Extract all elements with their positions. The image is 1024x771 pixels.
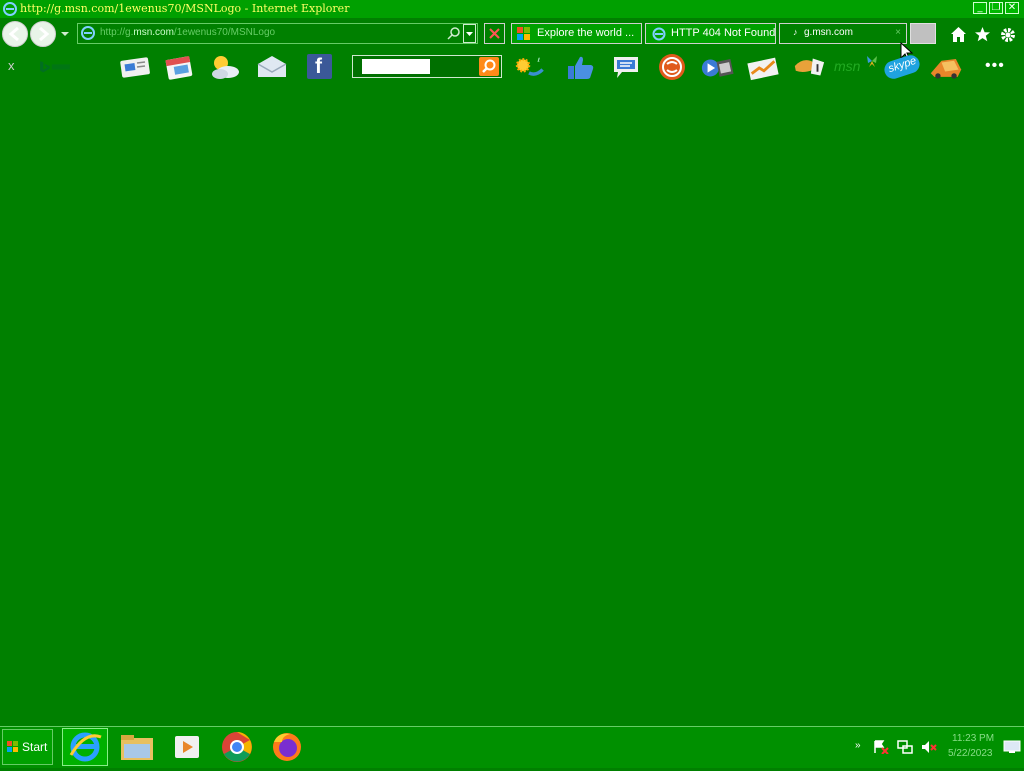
chat-icon[interactable] (610, 52, 644, 82)
mail-icon[interactable] (255, 52, 289, 82)
address-prefix: http://g. (100, 27, 134, 38)
weather-sun-icon[interactable]: ℓ (512, 52, 546, 82)
tab-404[interactable]: HTTP 404 Not Found (645, 23, 776, 44)
media-player-icon (175, 736, 199, 758)
home-icon[interactable] (950, 26, 967, 43)
tab-explore[interactable]: Explore the world ... (511, 23, 642, 44)
volume-muted-icon[interactable] (921, 740, 937, 754)
favorites-icon[interactable] (974, 26, 991, 43)
search-icon (482, 59, 496, 73)
msn-icon[interactable]: msn (834, 56, 877, 74)
more-icon[interactable]: ••• (985, 57, 1005, 75)
toolbar-search-box[interactable] (352, 55, 502, 78)
msn-label: msn (834, 58, 861, 74)
taskbar-file-explorer[interactable] (114, 728, 160, 766)
start-label: Start (22, 740, 48, 754)
clock-date[interactable]: 5/22/2023 (948, 748, 993, 759)
windows-start-icon (7, 741, 18, 752)
forward-arrow-icon (39, 26, 50, 42)
toolbar-close-button[interactable]: x (8, 58, 15, 73)
window-title: http://g.msn.com/1ewenus70/MSNLogo - Int… (20, 2, 350, 15)
msn-butterfly-icon (867, 56, 877, 67)
ie-icon (3, 2, 17, 16)
page-content (0, 86, 1024, 726)
windows-logo-icon (517, 27, 530, 40)
tab-label: g.msn.com (804, 27, 853, 38)
weather-icon[interactable] (208, 52, 242, 82)
action-center-flag-icon[interactable] (873, 740, 889, 754)
facebook-icon[interactable]: f (307, 54, 332, 79)
ie-icon (69, 732, 102, 762)
new-tab-button[interactable] (910, 23, 936, 44)
calendar-icon[interactable] (164, 52, 198, 82)
chevron-down-icon (466, 32, 473, 36)
network-icon[interactable] (897, 740, 913, 754)
minimize-button[interactable]: _ (973, 2, 987, 14)
firefox-icon (273, 733, 301, 761)
ie-icon (652, 27, 666, 41)
address-path: /1ewenus70/MSNLogo (173, 27, 276, 38)
address-dropdown-button[interactable] (463, 24, 476, 43)
bing-icon[interactable] (38, 52, 72, 82)
address-search-icon[interactable] (447, 26, 461, 40)
taskbar-media-player[interactable] (164, 728, 210, 766)
facebook-letter: f (315, 55, 322, 78)
skype-icon[interactable]: skype (882, 52, 922, 82)
tab-active-msn[interactable]: ♪ g.msn.com × (779, 23, 907, 44)
address-url: http://g.msn.com/1ewenus70/MSNLogo (100, 27, 275, 38)
gear-icon[interactable] (999, 26, 1017, 44)
restore-button[interactable]: ❐ (989, 2, 1003, 14)
tab-label: Explore the world ... (537, 27, 635, 39)
forward-button[interactable] (30, 21, 56, 47)
money-icon[interactable] (746, 52, 780, 82)
search-button[interactable] (479, 57, 499, 76)
taskbar-chrome[interactable] (214, 728, 260, 766)
show-desktop-icon[interactable] (1003, 740, 1021, 754)
start-button[interactable]: Start (2, 729, 53, 765)
address-domain: msn.com (133, 27, 174, 38)
history-dropdown-icon[interactable] (60, 30, 70, 38)
music-icon[interactable] (655, 52, 689, 82)
stop-icon (489, 28, 500, 39)
back-arrow-icon (8, 26, 19, 42)
tab-label: HTTP 404 Not Found (671, 27, 776, 39)
search-input[interactable] (362, 59, 430, 74)
sports-icon[interactable] (792, 52, 826, 82)
folder-icon (121, 735, 153, 760)
clock-time[interactable]: 11:23 PM (952, 733, 994, 744)
chrome-icon (222, 732, 252, 762)
taskbar-firefox[interactable] (264, 728, 310, 766)
close-window-button[interactable]: ✕ (1005, 2, 1019, 14)
stop-button[interactable] (484, 23, 505, 44)
video-icon[interactable] (700, 52, 734, 82)
page-ie-icon (81, 26, 95, 40)
loading-icon: ♪ (793, 27, 798, 37)
tray-expand-icon[interactable]: » (855, 740, 861, 751)
close-tab-icon[interactable]: × (895, 27, 901, 38)
like-icon[interactable] (564, 52, 598, 82)
svg-text:ℓ: ℓ (537, 57, 540, 64)
autos-icon[interactable] (929, 52, 963, 82)
back-button[interactable] (2, 21, 28, 47)
taskbar-internet-explorer[interactable] (62, 728, 108, 766)
news-icon[interactable] (118, 52, 152, 82)
